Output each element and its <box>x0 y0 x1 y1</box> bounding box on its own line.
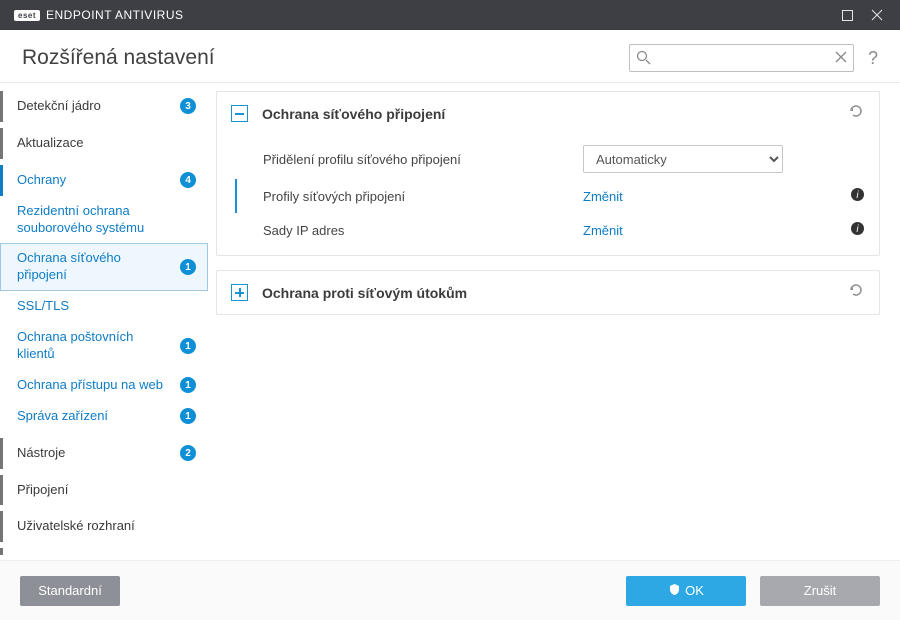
sidebar-item-label: Správa zařízení <box>17 408 174 425</box>
shield-icon <box>668 583 681 599</box>
close-icon <box>871 9 883 21</box>
panel-title: Ochrana síťového připojení <box>262 106 847 122</box>
sidebar-item-label: SSL/TLS <box>17 298 196 315</box>
row-label: Sady IP adres <box>263 223 583 238</box>
profil-select[interactable]: Automaticky <box>583 145 783 173</box>
sidebar: Detekční jádro 3 Aktualizace Ochrany 4 R… <box>0 83 208 555</box>
sidebar-item-label: Detekční jádro <box>17 98 174 115</box>
collapse-icon <box>231 105 248 122</box>
info-button[interactable]: i <box>839 221 865 240</box>
row-profily-sitovych-pripojeni: Profily síťových připojení Změnit i <box>235 179 879 213</box>
ok-button[interactable]: OK <box>626 576 746 606</box>
search-icon <box>636 50 651 70</box>
brand-text: ENDPOINT ANTIVIRUS <box>46 8 183 22</box>
expand-icon <box>231 284 248 301</box>
content-area: Ochrana síťového připojení Přidělení pro… <box>208 83 900 555</box>
sidebar-item-label: Nástroje <box>17 445 174 462</box>
sidebar-item-oznameni[interactable]: Oznámení 1 <box>0 548 208 555</box>
sidebar-item-aktualizace[interactable]: Aktualizace <box>0 128 208 159</box>
sidebar-item-label: Aktualizace <box>17 135 196 152</box>
help-button[interactable]: ? <box>868 48 878 69</box>
sidebar-item-ochrana-sitoveho-pripojeni[interactable]: Ochrana síťového připojení 1 <box>0 243 208 291</box>
sidebar-item-ssl-tls[interactable]: SSL/TLS <box>0 291 208 322</box>
info-icon: i <box>850 221 865 236</box>
count-badge: 1 <box>180 259 196 275</box>
row-label: Přidělení profilu síťového připojení <box>263 152 583 167</box>
title-bar: eset ENDPOINT ANTIVIRUS <box>0 0 900 30</box>
default-button[interactable]: Standardní <box>20 576 120 606</box>
sidebar-item-ochrana-pristupu-na-web[interactable]: Ochrana přístupu na web 1 <box>0 370 208 401</box>
sidebar-item-label: Ochrana poštovních klientů <box>17 329 174 363</box>
count-badge: 2 <box>180 445 196 461</box>
row-label: Profily síťových připojení <box>263 189 583 204</box>
sidebar-item-ochrana-postovnich-klientu[interactable]: Ochrana poštovních klientů 1 <box>0 322 208 370</box>
footer: Standardní OK Zrušit <box>0 560 900 620</box>
sidebar-item-pripojeni[interactable]: Připojení <box>0 475 208 506</box>
cancel-button[interactable]: Zrušit <box>760 576 880 606</box>
sidebar-item-uzivatelske-rozhrani[interactable]: Uživatelské rozhraní <box>0 511 208 542</box>
row-sady-ip-adres: Sady IP adres Změnit i <box>217 213 879 247</box>
sidebar-item-label: Uživatelské rozhraní <box>17 518 196 535</box>
undo-button[interactable] <box>847 102 865 125</box>
undo-button[interactable] <box>847 281 865 304</box>
panel-ochrana-sitoveho-pripojeni: Ochrana síťového připojení Přidělení pro… <box>216 91 880 256</box>
sidebar-item-ochrany[interactable]: Ochrany 4 <box>0 165 208 196</box>
sidebar-item-sprava-zarizeni[interactable]: Správa zařízení 1 <box>0 401 208 432</box>
header: Rozšířená nastavení ? <box>0 30 900 83</box>
zmenit-link[interactable]: Změnit <box>583 189 623 204</box>
zmenit-link[interactable]: Změnit <box>583 223 623 238</box>
sidebar-item-label: Připojení <box>17 482 196 499</box>
brand-badge: eset <box>14 10 40 21</box>
sidebar-item-label: Ochrany <box>17 172 174 189</box>
count-badge: 1 <box>180 377 196 393</box>
count-badge: 1 <box>180 338 196 354</box>
count-badge: 1 <box>180 408 196 424</box>
sidebar-item-nastroje[interactable]: Nástroje 2 <box>0 438 208 469</box>
sidebar-item-label: Ochrana síťového připojení <box>17 250 174 284</box>
panel-header[interactable]: Ochrana proti síťovým útokům <box>217 271 879 314</box>
sidebar-item-label: Ochrana přístupu na web <box>17 377 174 394</box>
info-button[interactable]: i <box>839 187 865 206</box>
maximize-icon <box>842 10 853 21</box>
count-badge: 3 <box>180 98 196 114</box>
info-icon: i <box>850 187 865 202</box>
panel-header[interactable]: Ochrana síťového připojení <box>217 92 879 135</box>
count-badge: 4 <box>180 172 196 188</box>
row-prideleni-profilu: Přidělení profilu síťového připojení Aut… <box>217 139 879 179</box>
panel-ochrana-proti-sitovym-utokum: Ochrana proti síťovým útokům <box>216 270 880 315</box>
sidebar-item-detekcni-jadro[interactable]: Detekční jádro 3 <box>0 91 208 122</box>
sidebar-item-label: Rezidentní ochrana souborového systému <box>17 203 196 237</box>
page-title: Rozšířená nastavení <box>22 46 629 70</box>
sidebar-item-rezidentni-ochrana[interactable]: Rezidentní ochrana souborového systému <box>0 196 208 244</box>
ok-label: OK <box>685 583 704 598</box>
window-close-button[interactable] <box>862 0 892 30</box>
panel-title: Ochrana proti síťovým útokům <box>262 285 847 301</box>
search-box <box>629 44 854 72</box>
window-maximize-button[interactable] <box>832 0 862 30</box>
search-input[interactable] <box>629 44 854 72</box>
clear-search-button[interactable] <box>834 50 848 69</box>
